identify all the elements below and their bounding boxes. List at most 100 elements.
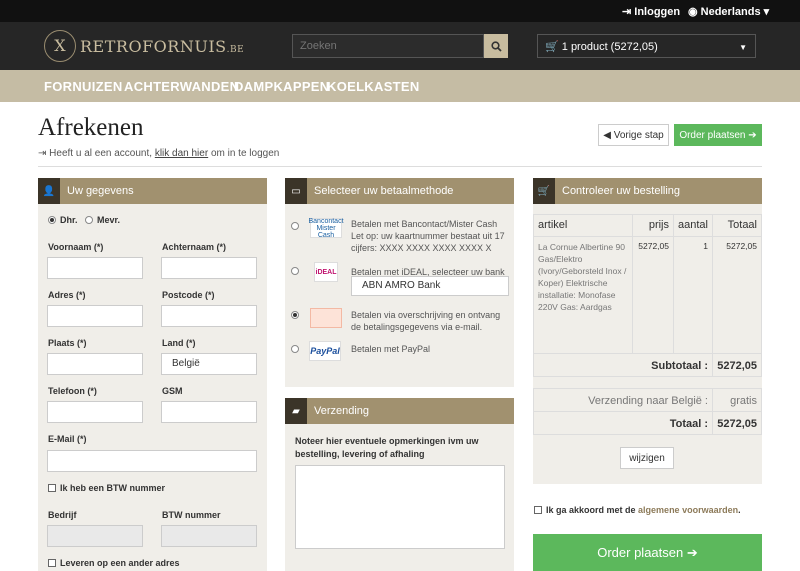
shipping-notes-textarea[interactable] — [295, 465, 505, 549]
email-label: E-Mail (*) — [48, 434, 87, 444]
page-title: Afrekenen — [38, 114, 144, 141]
terms-link[interactable]: algemene voorwaarden — [638, 505, 738, 515]
previous-step-button[interactable]: ◀ Vorige stap — [598, 124, 669, 146]
payment-transfer-text: Betalen via overschrijving en ontvang de… — [351, 310, 501, 332]
cart-icon: 🛒 — [533, 178, 555, 204]
login-icon: ⇥ — [38, 148, 47, 159]
logo[interactable]: X RETROFORNUIS.BE — [44, 30, 244, 62]
place-order-label-top: Order plaatsen — [679, 129, 746, 141]
email-field[interactable] — [47, 450, 257, 472]
account-prefix: Heeft u al een account, — [49, 148, 153, 159]
terms-checkbox[interactable] — [534, 506, 542, 514]
shipping-header: ▰ Verzending — [285, 398, 514, 424]
cart-dropdown[interactable]: 🛒 1 product (5272,05) ▼ — [537, 34, 756, 58]
terms-prefix: Ik ga akkoord met de — [546, 505, 636, 515]
payment-bancontact-text: Betalen met Bancontact/Mister Cash Let o… — [351, 219, 505, 253]
other-address-label: Leveren op een ander adres — [60, 558, 180, 568]
language-selector[interactable]: ◉ Nederlands ▾ — [688, 5, 769, 18]
arrow-right-icon: ➔ — [683, 544, 698, 560]
previous-step-label: Vorige stap — [613, 129, 664, 141]
terms-label: Ik ga akkoord met de algemene voorwaarde… — [546, 505, 741, 515]
vat-check-label: Ik heb een BTW nummer — [60, 483, 166, 493]
login-label: Inloggen — [634, 6, 681, 18]
bank-transfer-icon — [310, 308, 342, 328]
last-name-field[interactable] — [161, 257, 257, 279]
vat-checkbox[interactable] — [48, 484, 56, 492]
logo-tld: .BE — [226, 44, 245, 55]
search-bar — [292, 34, 508, 58]
shipping-note-label: Noteer hier eventuele opmerkingen ivm uw… — [295, 436, 479, 459]
subtotal-value: 5272,05 — [712, 353, 762, 377]
bank-select[interactable]: ABN AMRO Bank — [351, 276, 509, 296]
top-bar: ⇥ Inloggen ◉ Nederlands ▾ — [0, 0, 800, 22]
city-field[interactable] — [47, 353, 143, 375]
order-header: 🛒 Controleer uw bestelling — [533, 178, 762, 204]
payment-bancontact-radio[interactable] — [291, 222, 299, 230]
bancontact-logo: Bancontact Mister Cash — [308, 217, 344, 239]
other-address-checkbox[interactable] — [48, 559, 56, 567]
address-label: Adres (*) — [48, 290, 86, 300]
login-here-link[interactable]: klik dan hier — [155, 148, 208, 159]
postcode-field[interactable] — [161, 305, 257, 327]
main-nav: FORNUIZEN ACHTERWANDEN DAMPKAPPEN KOELKA… — [0, 70, 800, 102]
shipping-title: Verzending — [314, 405, 370, 417]
country-select[interactable]: België — [161, 353, 257, 375]
nav-dampkappen[interactable]: DAMPKAPPEN — [234, 79, 329, 94]
vat-number-label: BTW nummer — [162, 510, 221, 520]
city-label: Plaats (*) — [48, 338, 87, 348]
search-input[interactable] — [292, 34, 484, 58]
place-order-button-top[interactable]: Order plaatsen ➔ — [674, 124, 762, 146]
credit-card-icon: ▭ — [285, 178, 307, 204]
ideal-logo: iDEAL — [314, 262, 338, 282]
user-icon: 👤 — [38, 178, 60, 204]
salutation-mevr-label: Mevr. — [97, 215, 121, 225]
edit-order-button[interactable]: wijzigen — [620, 447, 674, 469]
gsm-field[interactable] — [161, 401, 257, 423]
nav-koelkasten[interactable]: KOELKASTEN — [327, 79, 420, 94]
account-suffix: om in te loggen — [210, 148, 280, 159]
salutation-dhr-radio[interactable] — [48, 216, 56, 224]
payment-paypal-text: Betalen met PayPal — [351, 344, 431, 354]
payment-title: Selecteer uw betaalmethode — [314, 185, 454, 197]
payment-paypal-radio[interactable] — [291, 345, 299, 353]
address-field[interactable] — [47, 305, 143, 327]
item-price: 5272,05 — [632, 236, 674, 354]
payment-header: ▭ Selecteer uw betaalmethode — [285, 178, 514, 204]
header-prijs: prijs — [632, 214, 674, 237]
salutation-mevr-radio[interactable] — [85, 216, 93, 224]
payment-ideal-radio[interactable] — [291, 267, 299, 275]
item-qty: 1 — [673, 236, 713, 354]
country-label: Land (*) — [162, 338, 196, 348]
total-label: Totaal : — [533, 411, 713, 435]
company-field[interactable] — [47, 525, 143, 547]
details-header: 👤 Uw gegevens — [38, 178, 267, 204]
account-notice: ⇥ Heeft u al een account, klik dan hier … — [38, 148, 279, 159]
shipping-value: gratis — [712, 388, 762, 412]
shipping-label: Verzending naar België : — [533, 388, 713, 412]
item-name: La Cornue Albertine 90 Gas/Elektro (Ivor… — [533, 236, 633, 354]
login-link[interactable]: ⇥ Inloggen — [622, 5, 680, 18]
phone-field[interactable] — [47, 401, 143, 423]
header-aantal: aantal — [673, 214, 713, 237]
salutation-dhr-label: Dhr. — [60, 215, 78, 225]
search-icon — [490, 40, 502, 52]
gsm-label: GSM — [162, 386, 183, 396]
first-name-field[interactable] — [47, 257, 143, 279]
chevron-down-icon: ▼ — [739, 43, 747, 52]
header: X RETROFORNUIS.BE 🛒 1 product (5272,05) … — [0, 22, 800, 70]
search-button[interactable] — [484, 34, 508, 58]
place-order-button[interactable]: Order plaatsen ➔ — [533, 534, 762, 571]
subtotal-label: Subtotaal : — [533, 353, 713, 377]
logo-text: RETROFORNUIS.BE — [80, 37, 244, 56]
truck-icon: ▰ — [285, 398, 307, 424]
header-artikel: artikel — [533, 214, 633, 237]
nav-achterwanden[interactable]: ACHTERWANDEN — [124, 79, 239, 94]
place-order-label: Order plaatsen — [597, 545, 684, 560]
payment-transfer-radio[interactable] — [291, 311, 299, 319]
logo-name: RETROFORNUIS — [80, 36, 227, 56]
divider — [38, 166, 762, 167]
first-name-label: Voornaam (*) — [48, 242, 104, 252]
nav-fornuizen[interactable]: FORNUIZEN — [44, 79, 123, 94]
language-label: Nederlands — [700, 6, 761, 18]
vat-number-field[interactable] — [161, 525, 257, 547]
